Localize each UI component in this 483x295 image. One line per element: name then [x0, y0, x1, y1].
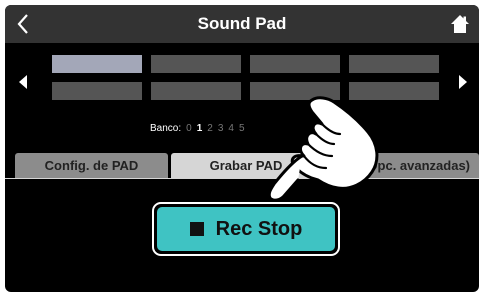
home-icon	[451, 15, 469, 33]
rec-stop-button-face: Rec Stop	[157, 207, 335, 251]
bank-number-0[interactable]: 0	[186, 123, 192, 134]
triangle-left-icon	[19, 75, 27, 89]
rec-stop-label: Rec Stop	[215, 217, 303, 240]
tab-config-pad[interactable]: Config. de PAD	[15, 153, 168, 179]
bank-number-5[interactable]: 5	[239, 123, 245, 134]
triangle-right-icon	[459, 75, 467, 89]
bank-selector: Banco: 0 1 2 3 4 5	[150, 121, 245, 135]
bank-number-3[interactable]: 3	[218, 123, 224, 134]
home-button[interactable]	[447, 11, 473, 37]
tab-underline	[5, 178, 479, 179]
bank-number-4[interactable]: 4	[228, 123, 234, 134]
title-bar: Sound Pad	[5, 5, 479, 43]
back-button[interactable]	[11, 9, 35, 39]
pad-1[interactable]	[52, 55, 142, 73]
pad-4[interactable]	[349, 55, 439, 73]
bank-label: Banco:	[150, 122, 182, 134]
pad-5[interactable]	[52, 82, 142, 100]
page-title: Sound Pad	[197, 14, 287, 33]
pad-6[interactable]	[151, 82, 241, 100]
pad-page-left-button[interactable]	[13, 67, 33, 97]
pad-2[interactable]	[151, 55, 241, 73]
pad-page-right-button[interactable]	[453, 67, 473, 97]
stop-square-icon	[189, 222, 204, 236]
bank-number-2[interactable]: 2	[207, 123, 213, 134]
chevron-left-icon	[17, 14, 28, 34]
rec-stop-button[interactable]: Rec Stop	[152, 202, 340, 256]
screen: Sound Pad Banco: 0 1 2 3 4 5 Config. de …	[5, 5, 479, 292]
pad-7[interactable]	[250, 82, 340, 100]
tab-grabar-pad[interactable]: Grabar PAD	[171, 153, 321, 179]
device-frame: Sound Pad Banco: 0 1 2 3 4 5 Config. de …	[0, 0, 483, 295]
bank-number-1[interactable]: 1	[197, 123, 203, 134]
pad-8[interactable]	[349, 82, 439, 100]
pad-3[interactable]	[250, 55, 340, 73]
tab-pad-opciones-avanzadas[interactable]: PAD (Opc. avanzadas)	[324, 153, 479, 179]
